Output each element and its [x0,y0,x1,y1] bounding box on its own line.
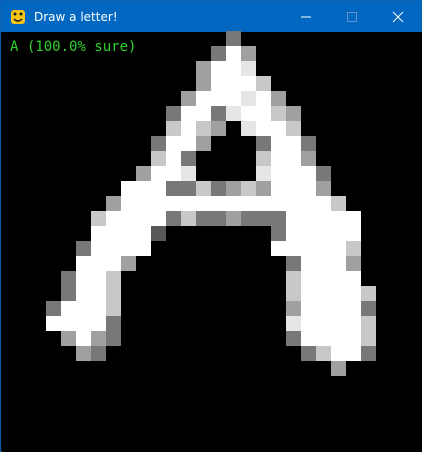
window-title: Draw a letter! [34,9,118,24]
drawing-canvas[interactable] [2,32,422,452]
minimize-button[interactable] [283,1,329,32]
maximize-icon [347,11,357,22]
title-bar[interactable]: Draw a letter! [1,1,421,32]
minimize-icon [301,16,311,17]
close-button[interactable] [375,1,421,32]
python-icon [11,9,25,24]
close-icon [392,11,404,22]
maximize-button[interactable] [329,1,375,32]
app-window: Draw a letter! [0,0,422,452]
prediction-label: A (100.0% sure) [10,39,137,55]
